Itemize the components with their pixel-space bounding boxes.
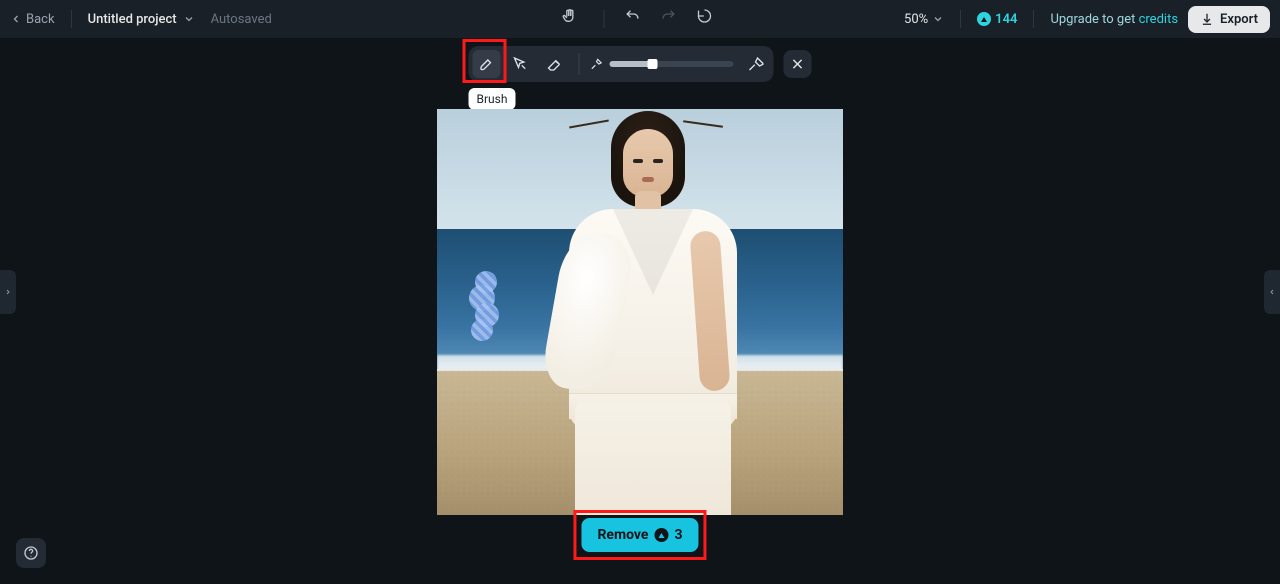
project-title-dropdown[interactable]: Untitled project [88, 12, 195, 27]
reset-button[interactable] [697, 8, 719, 30]
chevron-right-icon [4, 288, 12, 296]
redo-button[interactable] [661, 8, 683, 30]
separator [604, 10, 605, 28]
magic-select-icon [513, 56, 529, 72]
top-bar-left: Back Untitled project Autosaved [10, 10, 272, 28]
eraser-tool-button[interactable] [541, 50, 569, 78]
close-tool-palette-button[interactable] [784, 50, 812, 78]
credit-coin-icon [654, 528, 668, 542]
slider-thumb[interactable] [648, 59, 658, 69]
upgrade-link[interactable]: Upgrade to get credits [1050, 12, 1178, 27]
tool-palette-wrap: Brush [469, 46, 812, 82]
download-icon [1200, 12, 1214, 26]
export-label: Export [1220, 12, 1258, 27]
undo-button[interactable] [625, 8, 647, 30]
eraser-icon [547, 56, 563, 72]
brush-size-small-icon [590, 57, 604, 71]
separator [71, 10, 72, 28]
brush-tooltip: Brush [469, 88, 516, 110]
brush-mask-region [469, 271, 503, 343]
upgrade-credits-word: credits [1139, 12, 1178, 27]
slider-fill [610, 61, 653, 67]
brush-size-large-icon [748, 56, 764, 72]
zoom-dropdown[interactable]: 50% [904, 12, 944, 27]
chevron-left-icon [1268, 288, 1276, 296]
top-bar-center [562, 0, 719, 38]
chevron-down-icon [183, 13, 195, 25]
chevron-left-icon [10, 13, 22, 25]
close-icon [791, 57, 805, 71]
right-panel-expand-handle[interactable] [1264, 270, 1280, 314]
separator [1033, 10, 1034, 28]
remove-label: Remove [597, 527, 648, 543]
separator [960, 10, 961, 28]
brush-size-slider[interactable] [610, 61, 734, 67]
tool-palette-container: Brush [469, 46, 774, 82]
upgrade-text: Upgrade to get [1050, 12, 1138, 27]
pan-hand-button[interactable] [562, 8, 584, 30]
canvas-subject [515, 109, 775, 515]
brush-tool-button[interactable] [473, 50, 501, 78]
remove-button[interactable]: Remove 3 [581, 518, 698, 552]
credits-badge[interactable]: 144 [977, 12, 1017, 27]
brush-icon [479, 56, 495, 72]
remove-cost: 3 [674, 527, 682, 543]
autosave-status: Autosaved [211, 12, 272, 27]
credits-count: 144 [995, 12, 1017, 27]
editor-canvas[interactable] [437, 109, 843, 515]
top-bar: Back Untitled project Autosaved 50% [0, 0, 1280, 38]
remove-button-wrap: Remove 3 [581, 518, 698, 552]
help-button[interactable] [16, 538, 46, 568]
separator [579, 53, 580, 75]
help-icon [23, 545, 39, 561]
export-button[interactable]: Export [1188, 6, 1270, 33]
project-title-text: Untitled project [88, 12, 177, 27]
tool-palette [469, 46, 774, 82]
credit-coin-icon [977, 12, 991, 26]
chevron-down-icon [932, 13, 944, 25]
left-panel-expand-handle[interactable] [0, 270, 16, 314]
back-label: Back [26, 12, 55, 27]
zoom-label: 50% [904, 12, 928, 27]
top-bar-right: 50% 144 Upgrade to get credits Export [904, 6, 1270, 33]
auto-select-tool-button[interactable] [507, 50, 535, 78]
back-button[interactable]: Back [10, 12, 55, 27]
